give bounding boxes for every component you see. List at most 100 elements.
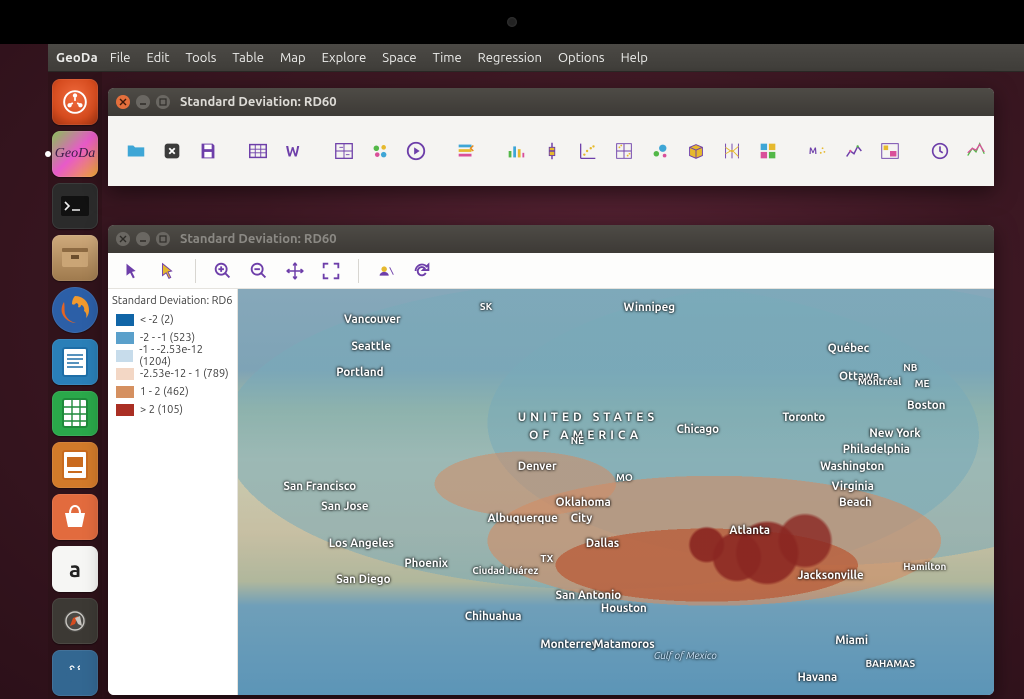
moran-icon[interactable]: M bbox=[802, 135, 834, 167]
zoom-out-icon[interactable] bbox=[245, 257, 273, 285]
legend-item[interactable]: < -2 (2) bbox=[112, 311, 233, 329]
toolbar-window-titlebar[interactable]: Standard Deviation: RD60 bbox=[108, 88, 994, 116]
histogram-icon[interactable] bbox=[500, 135, 532, 167]
amazon-icon[interactable]: a bbox=[52, 546, 98, 592]
close-icon[interactable] bbox=[116, 232, 130, 246]
map-place-label: NB bbox=[903, 362, 917, 373]
menu-time[interactable]: Time bbox=[433, 51, 462, 65]
time-editor-icon[interactable] bbox=[924, 135, 956, 167]
legend-label: -2 - -1 (523) bbox=[140, 332, 195, 344]
map-toolbar bbox=[108, 253, 994, 289]
impress-icon[interactable] bbox=[52, 442, 98, 488]
writer-icon[interactable] bbox=[52, 339, 98, 385]
software-center-icon[interactable] bbox=[52, 494, 98, 540]
full-extent-icon[interactable] bbox=[317, 257, 345, 285]
menu-space[interactable]: Space bbox=[382, 51, 416, 65]
map-legend: Standard Deviation: RD60 < -2 (2)-2 - -1… bbox=[108, 289, 238, 695]
menu-explore[interactable]: Explore bbox=[322, 51, 367, 65]
map-place-label: Houston bbox=[601, 602, 647, 615]
pan-icon[interactable] bbox=[281, 257, 309, 285]
cartogram-icon[interactable] bbox=[364, 135, 396, 167]
weights-icon[interactable]: W bbox=[278, 135, 310, 167]
map-place-label: Jacksonville bbox=[797, 569, 863, 582]
conditional-plot-icon[interactable] bbox=[752, 135, 784, 167]
map-place-label: Chihuahua bbox=[465, 610, 522, 623]
legend-item[interactable]: -2.53e-12 - 1 (789) bbox=[112, 365, 233, 383]
map-place-label: Ciudad Juárez bbox=[472, 565, 538, 576]
legend-label: -2.53e-12 - 1 (789) bbox=[140, 368, 229, 380]
menu-edit[interactable]: Edit bbox=[146, 51, 169, 65]
select-invert-icon[interactable] bbox=[154, 257, 182, 285]
legend-item[interactable]: 1 - 2 (462) bbox=[112, 383, 233, 401]
legend-label: -1 - -2.53e-12 (1204) bbox=[139, 344, 233, 368]
map-place-label: City bbox=[571, 512, 593, 525]
unity-launcher: GeoDa a bbox=[48, 72, 102, 699]
system-settings-icon[interactable] bbox=[52, 598, 98, 644]
camera-notch bbox=[0, 0, 1024, 44]
legend-label: > 2 (105) bbox=[140, 404, 183, 416]
legend-item[interactable]: > 2 (105) bbox=[112, 401, 233, 419]
cube-3d-icon[interactable] bbox=[680, 135, 712, 167]
pcp-icon[interactable] bbox=[716, 135, 748, 167]
zoom-in-icon[interactable] bbox=[209, 257, 237, 285]
boxplot-icon[interactable] bbox=[536, 135, 568, 167]
close-project-icon[interactable] bbox=[156, 135, 188, 167]
app-name: GeoDa bbox=[56, 51, 98, 65]
refresh-icon[interactable] bbox=[408, 257, 436, 285]
terminal-icon[interactable] bbox=[52, 183, 98, 229]
legend-item[interactable]: -1 - -2.53e-12 (1204) bbox=[112, 347, 233, 365]
menu-table[interactable]: Table bbox=[232, 51, 264, 65]
dash-icon[interactable] bbox=[52, 79, 98, 125]
geoda-app-icon[interactable]: GeoDa bbox=[52, 131, 98, 177]
menu-options[interactable]: Options bbox=[558, 51, 605, 65]
time-player-icon[interactable] bbox=[960, 135, 992, 167]
map-place-label: San Antonio bbox=[556, 589, 622, 602]
files-icon[interactable] bbox=[52, 235, 98, 281]
local-g-icon[interactable] bbox=[874, 135, 906, 167]
menu-map[interactable]: Map bbox=[280, 51, 306, 65]
firefox-icon[interactable] bbox=[52, 287, 98, 333]
map-place-label: Phoenix bbox=[404, 557, 448, 570]
menu-help[interactable]: Help bbox=[621, 51, 648, 65]
open-icon[interactable] bbox=[120, 135, 152, 167]
map-place-label: SK bbox=[480, 301, 492, 312]
menu-regression[interactable]: Regression bbox=[478, 51, 542, 65]
select-arrow-icon[interactable] bbox=[118, 257, 146, 285]
map-place-label: Albuquerque bbox=[487, 512, 557, 525]
toolbar-window-title: Standard Deviation: RD60 bbox=[180, 95, 337, 109]
map-place-label: Havana bbox=[797, 671, 837, 684]
postgresql-icon[interactable] bbox=[52, 650, 98, 696]
category-editor-icon[interactable] bbox=[450, 135, 482, 167]
map-place-label: San Jose bbox=[321, 500, 368, 513]
map-place-label: Miami bbox=[835, 634, 868, 647]
map-place-label: OF AMERICA bbox=[529, 429, 642, 443]
map-place-label: Gulf of Mexico bbox=[654, 650, 717, 661]
table-icon[interactable] bbox=[242, 135, 274, 167]
calc-icon[interactable] bbox=[52, 391, 98, 437]
lisa-icon[interactable] bbox=[838, 135, 870, 167]
maximize-icon[interactable] bbox=[156, 232, 170, 246]
bubble-chart-icon[interactable] bbox=[644, 135, 676, 167]
legend-swatch bbox=[116, 350, 133, 362]
map-window-titlebar[interactable]: Standard Deviation: RD60 bbox=[108, 225, 994, 253]
scatterplot-icon[interactable] bbox=[572, 135, 604, 167]
map-classify-icon[interactable] bbox=[328, 135, 360, 167]
map-canvas[interactable]: WinnipegVancouverSeattlePortlandUNITED S… bbox=[238, 289, 994, 695]
map-place-label: Ottawa bbox=[839, 370, 879, 383]
basemap-icon[interactable] bbox=[372, 257, 400, 285]
map-place-label: Philadelphia bbox=[843, 443, 910, 456]
map-window: Standard Deviation: RD60 Standard Deviat… bbox=[108, 225, 994, 695]
map-place-label: Québec bbox=[828, 342, 870, 355]
menu-tools[interactable]: Tools bbox=[186, 51, 217, 65]
map-place-label: MO bbox=[616, 472, 633, 483]
save-icon[interactable] bbox=[192, 135, 224, 167]
close-icon[interactable] bbox=[116, 95, 130, 109]
scatter-matrix-icon[interactable] bbox=[608, 135, 640, 167]
map-place-label: San Francisco bbox=[283, 480, 356, 493]
minimize-icon[interactable] bbox=[136, 95, 150, 109]
menu-file[interactable]: File bbox=[110, 51, 131, 65]
animation-icon[interactable] bbox=[400, 135, 432, 167]
minimize-icon[interactable] bbox=[136, 232, 150, 246]
maximize-icon[interactable] bbox=[156, 95, 170, 109]
legend-swatch bbox=[116, 314, 134, 326]
